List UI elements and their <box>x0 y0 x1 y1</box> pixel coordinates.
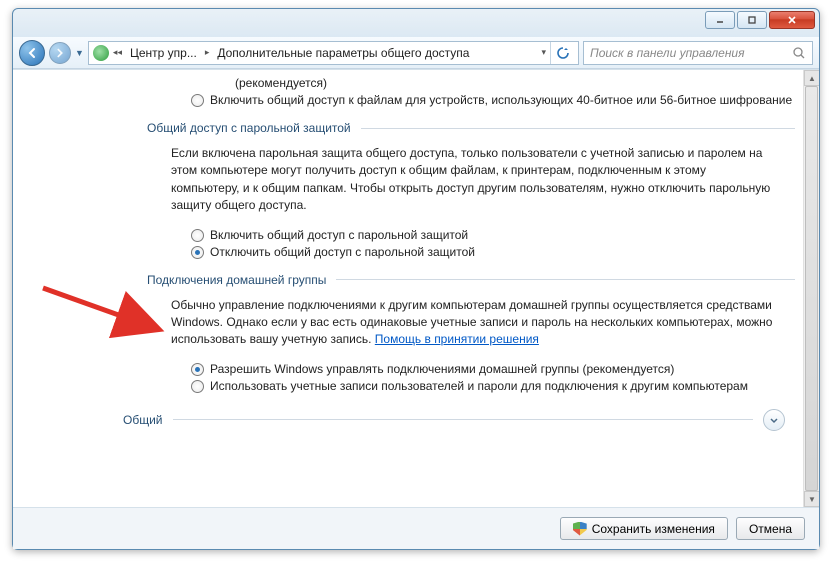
radio-icon <box>191 229 204 242</box>
section-heading-homegroup: Подключения домашней группы <box>147 273 795 287</box>
option-password-disable[interactable]: Отключить общий доступ с парольной защит… <box>191 245 795 259</box>
option-recommended-note: (рекомендуется) <box>235 76 795 90</box>
scroll-viewport: (рекомендуется) Включить общий доступ к … <box>13 70 803 507</box>
save-button[interactable]: Сохранить изменения <box>560 517 728 540</box>
explorer-window: ▼ ◂◂ Центр упр... ▸ Дополнительные парам… <box>12 8 820 550</box>
option-homegroup-windows[interactable]: Разрешить Windows управлять подключениям… <box>191 362 795 376</box>
vertical-scrollbar[interactable]: ▲ ▼ <box>803 70 819 507</box>
option-40-56-encryption[interactable]: Включить общий доступ к файлам для устро… <box>191 93 795 107</box>
breadcrumb[interactable]: ◂◂ Центр упр... ▸ Дополнительные парамет… <box>88 41 579 65</box>
breadcrumb-dropdown-icon[interactable]: ▾ <box>539 47 548 58</box>
divider <box>361 128 795 129</box>
navbar: ▼ ◂◂ Центр упр... ▸ Дополнительные парам… <box>13 37 819 69</box>
radio-icon <box>191 246 204 259</box>
scroll-thumb[interactable] <box>805 86 818 491</box>
close-button[interactable] <box>769 11 815 29</box>
search-input[interactable]: Поиск в панели управления <box>583 41 813 65</box>
shield-icon <box>573 522 587 536</box>
window-controls <box>705 11 815 29</box>
maximize-button[interactable] <box>737 11 767 29</box>
section-collapsed-public: Общий <box>123 409 785 431</box>
chevron-down-icon <box>768 414 780 426</box>
search-placeholder: Поиск в панели управления <box>590 46 745 60</box>
option-label: Включить общий доступ к файлам для устро… <box>210 93 795 107</box>
radio-icon <box>191 94 204 107</box>
footer: Сохранить изменения Отмена <box>13 507 819 549</box>
nav-history-dropdown-icon[interactable]: ▼ <box>75 48 84 58</box>
section-description-password: Если включена парольная защита общего до… <box>171 145 775 215</box>
option-label: Включить общий доступ с парольной защито… <box>210 228 795 242</box>
divider <box>173 419 754 420</box>
annotation-arrow <box>37 280 177 350</box>
section-title: Общий <box>123 413 163 427</box>
chevron-right-icon: ▸ <box>203 47 212 58</box>
breadcrumb-item-root[interactable]: Центр упр... <box>126 42 201 64</box>
option-label: Отключить общий доступ с парольной защит… <box>210 245 795 259</box>
section-description-homegroup: Обычно управление подключениями к другим… <box>171 297 775 349</box>
section-heading-password: Общий доступ с парольной защитой <box>147 121 795 135</box>
network-center-icon <box>93 45 109 61</box>
scroll-up-button[interactable]: ▲ <box>804 70 819 86</box>
cancel-button[interactable]: Отмена <box>736 517 805 540</box>
nav-back-button[interactable] <box>19 40 45 66</box>
expand-button[interactable] <box>763 409 785 431</box>
refresh-button[interactable] <box>550 42 574 64</box>
titlebar <box>13 9 819 37</box>
option-label: Разрешить Windows управлять подключениям… <box>210 362 795 376</box>
minimize-button[interactable] <box>705 11 735 29</box>
breadcrumb-item-current[interactable]: Дополнительные параметры общего доступа <box>213 42 473 64</box>
option-label: Использовать учетные записи пользователе… <box>210 379 795 393</box>
nav-forward-button[interactable] <box>49 42 71 64</box>
search-icon <box>792 46 806 60</box>
scroll-down-button[interactable]: ▼ <box>804 491 819 507</box>
help-link[interactable]: Помощь в принятии решения <box>375 332 539 346</box>
option-password-enable[interactable]: Включить общий доступ с парольной защито… <box>191 228 795 242</box>
option-homegroup-user[interactable]: Использовать учетные записи пользователе… <box>191 379 795 393</box>
divider <box>336 279 795 280</box>
radio-icon <box>191 363 204 376</box>
content-area: (рекомендуется) Включить общий доступ к … <box>13 69 819 507</box>
chevron-right-icon: ◂◂ <box>111 47 124 58</box>
radio-icon <box>191 380 204 393</box>
